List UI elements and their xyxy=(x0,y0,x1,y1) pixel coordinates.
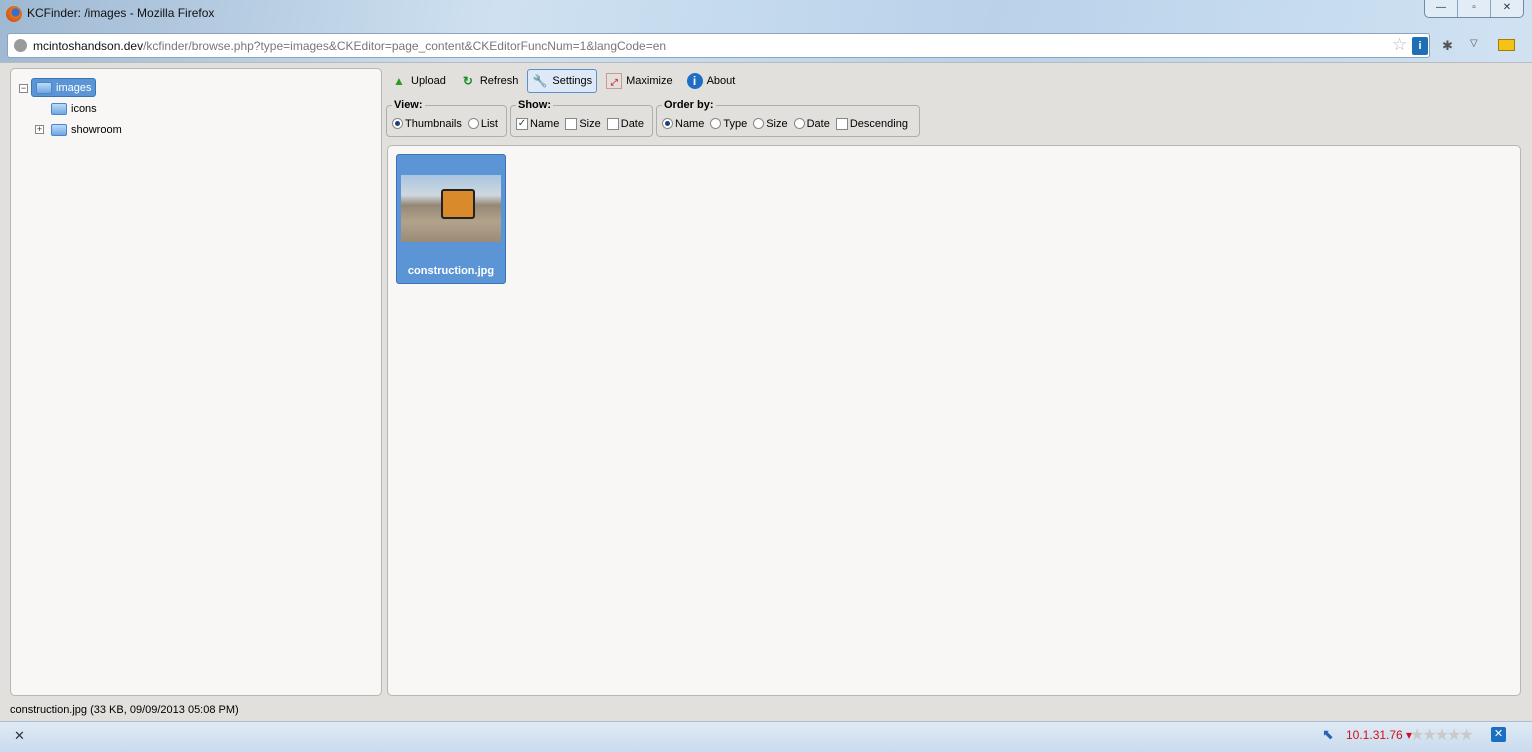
option-label: Thumbnails xyxy=(405,117,462,130)
about-button[interactable]: i About xyxy=(682,69,741,93)
firefox-icon xyxy=(6,6,22,22)
checkbox-icon xyxy=(606,117,619,130)
settings-label: Settings xyxy=(552,75,593,87)
close-button[interactable]: ✕ xyxy=(1491,0,1523,17)
refresh-icon: ↻ xyxy=(462,74,473,88)
option-label: Name xyxy=(675,117,705,130)
option-label: Size xyxy=(579,117,601,130)
tree-item-images[interactable]: images xyxy=(31,78,97,97)
view-legend: View: xyxy=(394,99,423,111)
radio-icon xyxy=(662,118,673,129)
ruler-icon[interactable] xyxy=(1498,39,1515,51)
option-label: Date xyxy=(806,117,830,130)
show-size-checkbox[interactable]: Size xyxy=(565,117,601,130)
view-thumbnails-radio[interactable]: Thumbnails xyxy=(392,118,462,130)
file-area: construction.jpg xyxy=(387,145,1521,696)
maximize-label: Maximize xyxy=(626,75,673,87)
minimize-button[interactable]: — xyxy=(1425,0,1458,17)
url-path: /kcfinder/browse.php?type=images&CKEdito… xyxy=(143,39,667,53)
maximize-button[interactable]: ⤢ Maximize xyxy=(601,69,677,93)
radio-icon xyxy=(793,118,805,129)
tree-label: showroom xyxy=(71,123,122,136)
tree-item-showroom[interactable]: showroom xyxy=(47,120,126,139)
settings-button[interactable]: 🔧 Settings xyxy=(527,69,598,93)
x-addon-icon[interactable]: ✕ xyxy=(1491,727,1506,742)
order-legend: Order by: xyxy=(664,99,714,111)
refresh-button[interactable]: ↻ Refresh xyxy=(455,69,524,93)
show-date-checkbox[interactable]: Date xyxy=(606,117,644,130)
checkbox-icon xyxy=(835,117,848,130)
info-icon[interactable]: i xyxy=(1412,37,1428,55)
url-domain: mcintoshandson.dev xyxy=(33,39,144,53)
show-legend: Show: xyxy=(518,99,551,111)
folder-tree: − images icons + showroom xyxy=(10,68,382,696)
cursor-icon[interactable]: ⬉ xyxy=(1322,726,1334,743)
chevron-down-icon[interactable]: ▽ xyxy=(1470,38,1478,49)
wrench-icon: 🔧 xyxy=(532,74,548,88)
checkbox-icon xyxy=(565,117,578,130)
file-name: construction.jpg xyxy=(407,265,495,277)
about-label: About xyxy=(706,75,736,87)
radio-icon xyxy=(467,118,479,129)
refresh-label: Refresh xyxy=(479,75,519,87)
url-text[interactable]: mcintoshandson.dev/kcfinder/browse.php?t… xyxy=(33,39,666,53)
tree-label: images xyxy=(56,81,92,94)
show-group: Show: ✓ Name Size Date xyxy=(510,99,653,137)
order-date-radio[interactable]: Date xyxy=(793,117,830,130)
option-label: Descending xyxy=(849,117,908,130)
order-type-radio[interactable]: Type xyxy=(710,118,747,130)
skid-steer-picture xyxy=(441,189,475,219)
window-title: KCFinder: /images - Mozilla Firefox xyxy=(27,6,215,20)
order-group: Order by: Name Type Size Date Descending xyxy=(656,99,920,137)
checkbox-checked-icon: ✓ xyxy=(516,117,528,130)
view-group: View: Thumbnails List xyxy=(386,99,507,137)
order-name-radio[interactable]: Name xyxy=(662,118,704,130)
info-icon: i xyxy=(686,73,703,89)
option-label: Date xyxy=(620,117,644,130)
collapse-icon[interactable]: − xyxy=(19,84,28,93)
upload-arrow-icon: ▲ xyxy=(393,74,405,88)
option-label: Size xyxy=(766,117,788,130)
radio-icon xyxy=(753,118,765,129)
globe-icon xyxy=(14,39,27,52)
order-descending-checkbox[interactable]: Descending xyxy=(835,117,908,130)
maximize-icon: ⤢ xyxy=(606,73,623,89)
title-bar: KCFinder: /images - Mozilla Firefox — ▫ … xyxy=(0,0,1532,30)
thumbnail-image xyxy=(401,175,501,242)
folder-icon xyxy=(51,123,67,136)
radio-icon xyxy=(392,118,403,129)
order-size-radio[interactable]: Size xyxy=(753,117,788,130)
file-thumbnail[interactable]: construction.jpg xyxy=(396,154,506,284)
view-list-radio[interactable]: List xyxy=(467,117,498,130)
folder-icon xyxy=(36,81,52,94)
expand-icon[interactable]: + xyxy=(35,125,44,134)
tree-item-icons[interactable]: icons xyxy=(47,99,101,118)
bookmark-star-icon[interactable]: ☆ xyxy=(1392,35,1407,55)
window-controls: — ▫ ✕ xyxy=(1424,0,1524,18)
upload-label: Upload xyxy=(411,75,446,87)
close-addon-bar-button[interactable]: ✕ xyxy=(14,728,25,744)
ip-address[interactable]: 10.1.31.76 ▾ xyxy=(1346,728,1412,742)
restore-button[interactable]: ▫ xyxy=(1458,0,1491,17)
folder-icon xyxy=(51,102,67,115)
option-label: List xyxy=(480,117,498,130)
status-bar: construction.jpg (33 KB, 09/09/2013 05:0… xyxy=(10,704,239,716)
kcfinder-app: − images icons + showroom ▲ Upload ↻ Refre… xyxy=(0,62,1532,721)
rating-stars[interactable]: ★★★★★ xyxy=(1410,725,1474,745)
option-label: Name xyxy=(530,117,560,130)
show-name-checkbox[interactable]: ✓ Name xyxy=(516,117,560,130)
addon-bar: ✕ ⬉ 10.1.31.76 ▾ ★★★★★ ✕ xyxy=(0,721,1532,752)
bug-icon[interactable]: ✱ xyxy=(1442,38,1453,54)
option-label: Type xyxy=(723,117,748,130)
upload-button[interactable]: ▲ Upload xyxy=(386,69,451,93)
radio-icon xyxy=(710,118,722,129)
url-bar[interactable]: mcintoshandson.dev/kcfinder/browse.php?t… xyxy=(7,33,1430,58)
tree-label: icons xyxy=(71,102,97,115)
toolbar: ▲ Upload ↻ Refresh 🔧 Settings ⤢ Maximize i Ab… xyxy=(386,68,740,94)
